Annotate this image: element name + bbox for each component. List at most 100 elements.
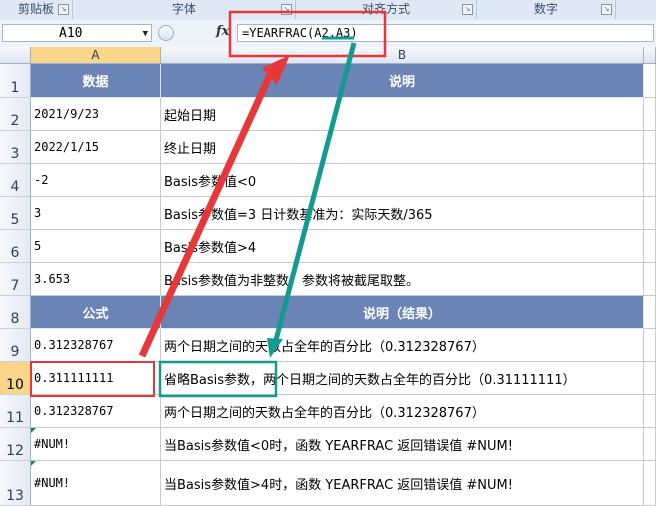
cell-b11[interactable]: 两个日期之间的天数占全年的百分比（0.312328767） (161, 395, 644, 428)
cell-text: 2022/1/15 (34, 140, 100, 154)
row-header-8[interactable]: 8 (0, 296, 31, 329)
cell-b9[interactable]: 两个日期之间的天数占全年的百分比（0.312328767） (161, 329, 644, 362)
row-header-6[interactable]: 6 (0, 230, 31, 263)
row-number: 1 (10, 80, 20, 96)
cell-c13[interactable] (644, 461, 656, 506)
dialog-launcher-icon[interactable]: ↘ (281, 4, 292, 15)
ribbon-group-label: 对齐方式 (361, 2, 410, 16)
cell-a6[interactable]: 5 (31, 230, 161, 263)
cell-a7[interactable]: 3.653 (31, 263, 161, 296)
cell-a8[interactable]: 公式 (31, 296, 161, 329)
row-header-5[interactable]: 5 (0, 197, 31, 230)
ribbon-group-font[interactable]: 字体 ↘ (73, 0, 296, 19)
cell-text: 终止日期 (164, 141, 217, 157)
cell-c11[interactable] (644, 395, 656, 428)
expand-circle-icon[interactable] (158, 25, 174, 41)
column-header-a[interactable]: A (31, 47, 161, 64)
row-header-1[interactable]: 1 (0, 64, 31, 98)
row-number: 12 (6, 443, 24, 459)
cell-c10[interactable] (644, 362, 656, 395)
insert-function-icon[interactable]: fx (216, 24, 229, 39)
cell-a10[interactable]: 0.311111111 (31, 362, 161, 395)
formula-input[interactable]: =YEARFRAC(A2,A3) (237, 24, 654, 42)
ribbon-group-label: 剪贴板 (17, 2, 54, 16)
cell-a12[interactable]: #NUM! (31, 428, 161, 461)
cell-text: #NUM! (34, 437, 71, 451)
cell-b5[interactable]: Basis参数值=3 日计数基准为：实际天数/365 (161, 197, 644, 230)
error-indicator-icon[interactable] (31, 461, 36, 466)
cell-b2[interactable]: 起始日期 (161, 98, 644, 131)
cell-c5[interactable] (644, 197, 656, 230)
cell-text: 0.312328767 (34, 404, 114, 418)
cell-text: 3.653 (34, 272, 71, 286)
cell-a3[interactable]: 2022/1/15 (31, 131, 161, 164)
cell-b13[interactable]: 当Basis参数值>4时，函数 YEARFRAC 返回错误值 #NUM! (161, 461, 644, 506)
ribbon-group-clipboard[interactable]: 剪贴板 ↘ (0, 0, 73, 19)
cell-text: 2021/9/23 (34, 107, 100, 121)
ribbon-group-bar: 剪贴板 ↘ 字体 ↘ 对齐方式 ↘ 数字 ↘ (0, 0, 656, 21)
row-number: 5 (10, 212, 20, 228)
cell-b8[interactable]: 说明（结果） (161, 296, 644, 329)
ribbon-group-number[interactable]: 数字 ↘ (477, 0, 616, 19)
row-number: 13 (6, 488, 24, 504)
dialog-launcher-icon[interactable]: ↘ (58, 4, 69, 15)
cell-text: -2 (34, 173, 49, 187)
chevron-down-icon[interactable]: ▼ (143, 25, 148, 43)
name-box-value: A10 (59, 26, 83, 41)
cell-c2[interactable] (644, 98, 656, 131)
ribbon-group-alignment[interactable]: 对齐方式 ↘ (296, 0, 477, 19)
column-header-b[interactable]: B (161, 47, 644, 64)
cell-text: 公式 (82, 306, 109, 322)
cell-c4[interactable] (644, 164, 656, 197)
cell-b1[interactable]: 说明 (161, 64, 644, 98)
cell-text: 说明（结果） (362, 306, 441, 322)
error-indicator-icon[interactable] (31, 428, 36, 433)
row-header-12[interactable]: 12 (0, 428, 31, 461)
cell-c1[interactable] (644, 64, 656, 98)
row-header-2[interactable]: 2 (0, 98, 31, 131)
cell-text: #NUM! (34, 476, 71, 490)
row-number: 2 (10, 113, 20, 129)
cell-text: 当Basis参数值>4时，函数 YEARFRAC 返回错误值 #NUM! (164, 477, 513, 493)
name-box[interactable]: A10 ▼ (2, 24, 152, 42)
cell-b3[interactable]: 终止日期 (161, 131, 644, 164)
row-header-3[interactable]: 3 (0, 131, 31, 164)
dialog-launcher-icon[interactable]: ↘ (601, 4, 612, 15)
row-number: 4 (10, 179, 20, 195)
cell-a13[interactable]: #NUM! (31, 461, 161, 506)
row-header-10[interactable]: 10 (0, 362, 31, 395)
cell-a1[interactable]: 数据 (31, 64, 161, 98)
row-header-4[interactable]: 4 (0, 164, 31, 197)
row-number: 9 (10, 344, 20, 360)
cell-b7[interactable]: Basis参数值为非整数，参数将被截尾取整。 (161, 263, 644, 296)
cell-b12[interactable]: 当Basis参数值<0时，函数 YEARFRAC 返回错误值 #NUM! (161, 428, 644, 461)
row-header-7[interactable]: 7 (0, 263, 31, 296)
cell-a5[interactable]: 3 (31, 197, 161, 230)
row-header-9[interactable]: 9 (0, 329, 31, 362)
cell-c6[interactable] (644, 230, 656, 263)
cell-text: 两个日期之间的天数占全年的百分比（0.312328767） (164, 339, 485, 355)
cell-a11[interactable]: 0.312328767 (31, 395, 161, 428)
cell-c3[interactable] (644, 131, 656, 164)
cell-a2[interactable]: 2021/9/23 (31, 98, 161, 131)
cell-a9[interactable]: 0.312328767 (31, 329, 161, 362)
row-header-13[interactable]: 13 (0, 461, 31, 506)
row-number: 3 (10, 146, 20, 162)
cell-c9[interactable] (644, 329, 656, 362)
cell-b4[interactable]: Basis参数值<0 (161, 164, 644, 197)
column-header-c[interactable] (644, 47, 656, 64)
row-number: 11 (6, 410, 24, 426)
row-header-11[interactable]: 11 (0, 395, 31, 428)
dialog-launcher-icon[interactable]: ↘ (462, 4, 473, 15)
cell-text: 0.312328767 (34, 338, 114, 352)
cell-c8[interactable] (644, 296, 656, 329)
cell-c12[interactable] (644, 428, 656, 461)
cell-c7[interactable] (644, 263, 656, 296)
cell-text: Basis参数值=3 日计数基准为：实际天数/365 (164, 207, 433, 223)
cell-b10[interactable]: 省略Basis参数，两个日期之间的天数占全年的百分比（0.31111111） (161, 362, 644, 395)
formula-controls: fx (156, 24, 232, 42)
row-number: 8 (10, 311, 20, 327)
select-all-corner[interactable] (0, 47, 31, 64)
cell-b6[interactable]: Basis参数值>4 (161, 230, 644, 263)
cell-a4[interactable]: -2 (31, 164, 161, 197)
